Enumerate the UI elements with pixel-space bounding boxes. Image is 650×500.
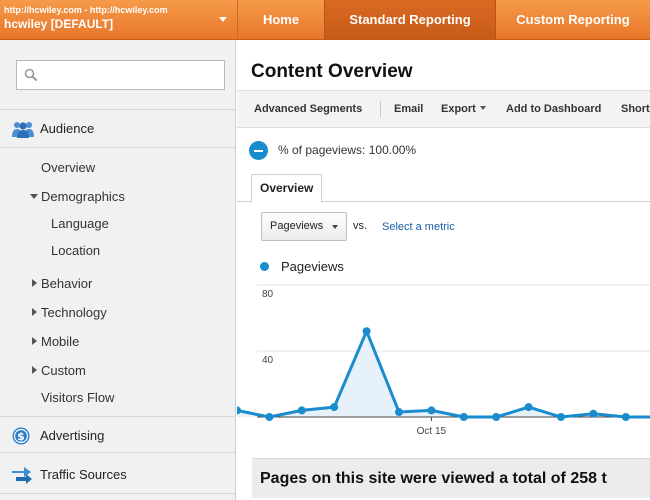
data-point[interactable] <box>427 406 436 415</box>
data-point[interactable] <box>362 327 371 336</box>
sidebar-item-demographics[interactable]: Demographics <box>30 187 125 207</box>
advanced-segments-button[interactable]: Advanced Segments <box>254 91 362 127</box>
tab-overview[interactable]: Overview <box>251 174 323 203</box>
select-metric-link[interactable]: Select a metric <box>382 221 455 233</box>
data-point[interactable] <box>395 408 403 417</box>
summary-text: Pages on this site were viewed a total o… <box>260 470 607 487</box>
audience-icon <box>12 122 34 138</box>
y-tick-label: 80 <box>262 289 274 300</box>
sidebar-item-behavior-label: Behavior <box>41 276 93 291</box>
expanded-arrow-icon <box>30 194 38 199</box>
y-tick-label: 40 <box>262 355 274 366</box>
collapsed-arrow-icon <box>32 366 37 374</box>
data-point[interactable] <box>265 413 274 421</box>
data-point[interactable] <box>330 403 339 412</box>
nav-standard-reporting[interactable]: Standard Reporting <box>324 0 496 40</box>
collapsed-arrow-icon <box>32 308 37 316</box>
data-point[interactable] <box>621 413 630 421</box>
export-button[interactable]: Export <box>441 91 486 127</box>
svg-text:$: $ <box>17 430 25 443</box>
series-line <box>237 329 650 419</box>
nav-custom-reporting[interactable]: Custom Reporting <box>496 0 650 40</box>
sidebar-item-overview[interactable]: Overview <box>41 158 95 178</box>
add-to-dashboard-button[interactable]: Add to Dashboard <box>506 91 601 127</box>
vs-label: vs. <box>353 220 368 232</box>
pageviews-chart: 80 40 Oct 15 <box>237 284 650 437</box>
sidebar: Audience Overview Demographics Language … <box>0 40 236 500</box>
profile-name: hcwiley [DEFAULT] <box>4 17 114 31</box>
email-button[interactable]: Email <box>394 91 423 127</box>
tab-bar: Overview <box>237 174 650 203</box>
sidebar-section-audience[interactable]: Audience <box>0 110 235 148</box>
data-point[interactable] <box>524 403 533 412</box>
collapsed-arrow-icon <box>32 279 37 287</box>
data-point[interactable] <box>589 409 598 418</box>
summary-banner: Pages on this site were viewed a total o… <box>252 458 650 498</box>
data-point[interactable] <box>557 413 565 421</box>
report-toolbar: Advanced Segments Email Export Add to Da… <box>237 90 650 128</box>
data-point[interactable] <box>297 406 306 415</box>
sidebar-item-technology-label: Technology <box>41 305 107 320</box>
traffic-arrows-icon <box>12 467 32 484</box>
legend-marker <box>260 262 269 271</box>
chevron-down-icon <box>332 225 338 229</box>
nav-home[interactable]: Home <box>237 0 324 40</box>
toolbar-divider <box>380 101 381 117</box>
sidebar-section-traffic-sources[interactable]: Traffic Sources <box>0 456 235 494</box>
series-area <box>237 331 650 417</box>
metric-dropdown-value: Pageviews <box>270 220 324 232</box>
metric-dropdown[interactable]: Pageviews <box>261 212 347 241</box>
sidebar-item-demographics-label: Demographics <box>41 189 125 204</box>
x-tick-label: Oct 15 <box>417 426 447 437</box>
sidebar-item-custom[interactable]: Custom <box>32 361 86 381</box>
legend-label[interactable]: Pageviews <box>281 259 344 274</box>
top-bar: http://hcwiley.com - http://hcwiley.com … <box>0 0 650 40</box>
sidebar-item-custom-label: Custom <box>41 363 86 378</box>
sidebar-item-visitors-flow[interactable]: Visitors Flow <box>41 388 114 408</box>
export-button-label: Export <box>441 103 476 115</box>
data-point[interactable] <box>459 413 468 421</box>
search-input[interactable] <box>16 60 225 90</box>
sidebar-label-advertising: Advertising <box>40 428 105 443</box>
sidebar-label-traffic-sources: Traffic Sources <box>40 467 127 482</box>
sidebar-item-mobile-label: Mobile <box>41 334 80 349</box>
profile-selector[interactable]: http://hcwiley.com - http://hcwiley.com … <box>0 0 237 40</box>
sidebar-item-technology[interactable]: Technology <box>32 303 107 323</box>
dollar-icon: $ <box>12 427 30 445</box>
shortcut-button[interactable]: Short <box>621 91 650 127</box>
sidebar-item-mobile[interactable]: Mobile <box>32 332 79 352</box>
segment-minus-icon[interactable] <box>249 141 268 160</box>
profile-url: http://hcwiley.com - http://hcwiley.com <box>4 5 168 15</box>
collapsed-arrow-icon <box>32 337 37 345</box>
data-point[interactable] <box>492 413 501 421</box>
chevron-down-icon <box>219 17 227 22</box>
chevron-down-icon <box>479 106 486 110</box>
page-title: Content Overview <box>251 61 413 82</box>
search-icon <box>24 68 38 82</box>
sidebar-item-language[interactable]: Language <box>51 214 109 234</box>
sidebar-search-area <box>0 40 235 110</box>
segment-text: % of pageviews: 100.00% <box>278 143 417 157</box>
sidebar-item-behavior[interactable]: Behavior <box>32 274 92 294</box>
sidebar-section-advertising[interactable]: $ Advertising <box>0 416 235 453</box>
main-content: Content Overview Advanced Segments Email… <box>237 40 650 500</box>
sidebar-item-location[interactable]: Location <box>51 241 100 261</box>
sidebar-label-audience: Audience <box>40 121 95 136</box>
